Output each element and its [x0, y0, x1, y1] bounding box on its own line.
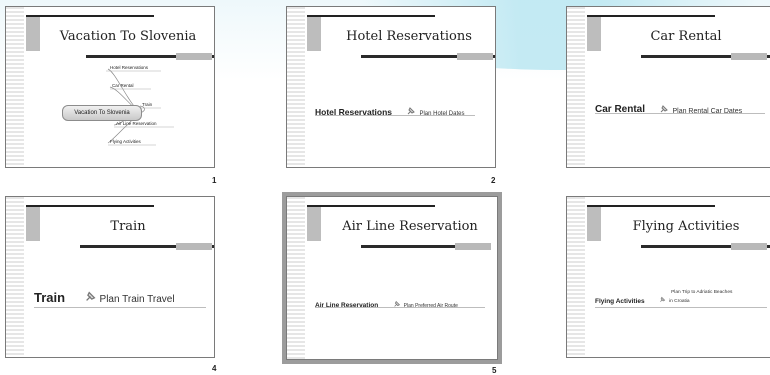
title-rule-top: [587, 15, 715, 17]
subtopic-label: Plan Preferred Air Route: [403, 303, 458, 309]
subtopic: Plan Hotel Dates: [406, 106, 464, 117]
gray-accent-bar: [731, 53, 767, 60]
slide-number: 2: [491, 176, 496, 185]
title-rule-top: [26, 205, 154, 207]
branch-air-line-reservation: Air Line Reservation: [116, 121, 157, 126]
subtopic: Plan Preferred Air Route: [393, 300, 458, 309]
slide-thumbnail-3[interactable]: Car Rental Car Rental Plan Rental Car Da…: [566, 6, 770, 188]
mind-map-row: Hotel Reservations Plan Hotel Dates: [315, 99, 475, 117]
deco-block: [307, 17, 321, 51]
slide-title: Hotel Reservations: [346, 29, 472, 44]
pin-icon: [660, 296, 666, 302]
subtopic-label: Plan Hotel Dates: [419, 111, 465, 117]
slide-stripes: [287, 197, 305, 359]
subtopic: Plan Trip to Adriatic Beaches in Croatia: [659, 290, 732, 305]
slide-stripes: [6, 197, 24, 357]
pin-icon: [393, 300, 400, 307]
deco-block: [587, 207, 601, 241]
gray-accent-bar: [455, 243, 491, 250]
topic-label: Hotel Reservations: [315, 107, 392, 117]
title-rule-top: [587, 205, 715, 207]
topic-label: Air Line Reservation: [315, 302, 379, 309]
branch-flying-activities: Flying Activities: [110, 139, 141, 144]
pin-icon: [408, 107, 416, 115]
slide-thumbnail-5[interactable]: Air Line Reservation Air Line Reservatio…: [282, 192, 504, 375]
slide-title: Air Line Reservation: [342, 219, 478, 234]
slide-thumbnail-6[interactable]: Flying Activities Flying Activities Plan…: [566, 196, 770, 374]
branch-train: Train: [142, 102, 153, 107]
slide-stripes: [567, 7, 585, 167]
subtopic-label: Plan Train Travel: [99, 294, 175, 305]
slide-title: Train: [110, 219, 146, 234]
title-rule-top: [307, 205, 435, 207]
title-rule-top: [307, 15, 435, 17]
slide-number: 4: [212, 364, 217, 373]
branch-car-rental: Car Rental: [112, 83, 134, 88]
topic-label: Flying Activities: [595, 298, 645, 305]
mind-map-root: Vacation To Slovenia: [62, 105, 142, 121]
pin-icon: [661, 105, 669, 113]
mind-map-row: Train Plan Train Travel: [34, 287, 206, 308]
subtopic-label-line-2: in Croatia: [669, 299, 690, 304]
topic-label: Car Rental: [595, 104, 646, 115]
slide-stripes: [567, 197, 585, 357]
slide-thumbnail-2[interactable]: Hotel Reservations Hotel Reservations Pl…: [286, 6, 501, 188]
gray-accent-bar: [731, 243, 767, 250]
slide-title: Car Rental: [650, 29, 722, 44]
subtopic-label: Plan Rental Car Dates: [672, 108, 743, 115]
mind-map-row: Flying Activities Plan Trip to Adriatic …: [595, 287, 767, 308]
slide-stripes: [287, 7, 305, 167]
mind-map-row: Car Rental Plan Rental Car Dates: [595, 97, 765, 115]
deco-block: [26, 207, 40, 241]
gray-accent-bar: [176, 243, 212, 250]
slide-number: 1: [212, 176, 217, 185]
subtopic: Plan Train Travel: [84, 290, 175, 305]
slide-thumbnail-4[interactable]: Train Train Plan Train Travel 4: [5, 196, 220, 374]
pin-icon: [85, 291, 96, 301]
deco-block: [587, 17, 601, 51]
gray-accent-bar: [457, 53, 493, 60]
mind-map-row: Air Line Reservation Plan Preferred Air …: [315, 291, 485, 309]
deco-block: [307, 207, 321, 241]
slide-title: Flying Activities: [632, 219, 740, 234]
subtopic: Plan Rental Car Dates: [659, 104, 742, 115]
topic-label: Train: [34, 290, 66, 305]
branch-hotel-reservations: Hotel Reservations: [110, 65, 149, 70]
slide-thumbnail-1[interactable]: Vacation To Slovenia Vacation To Sloveni…: [5, 6, 220, 188]
